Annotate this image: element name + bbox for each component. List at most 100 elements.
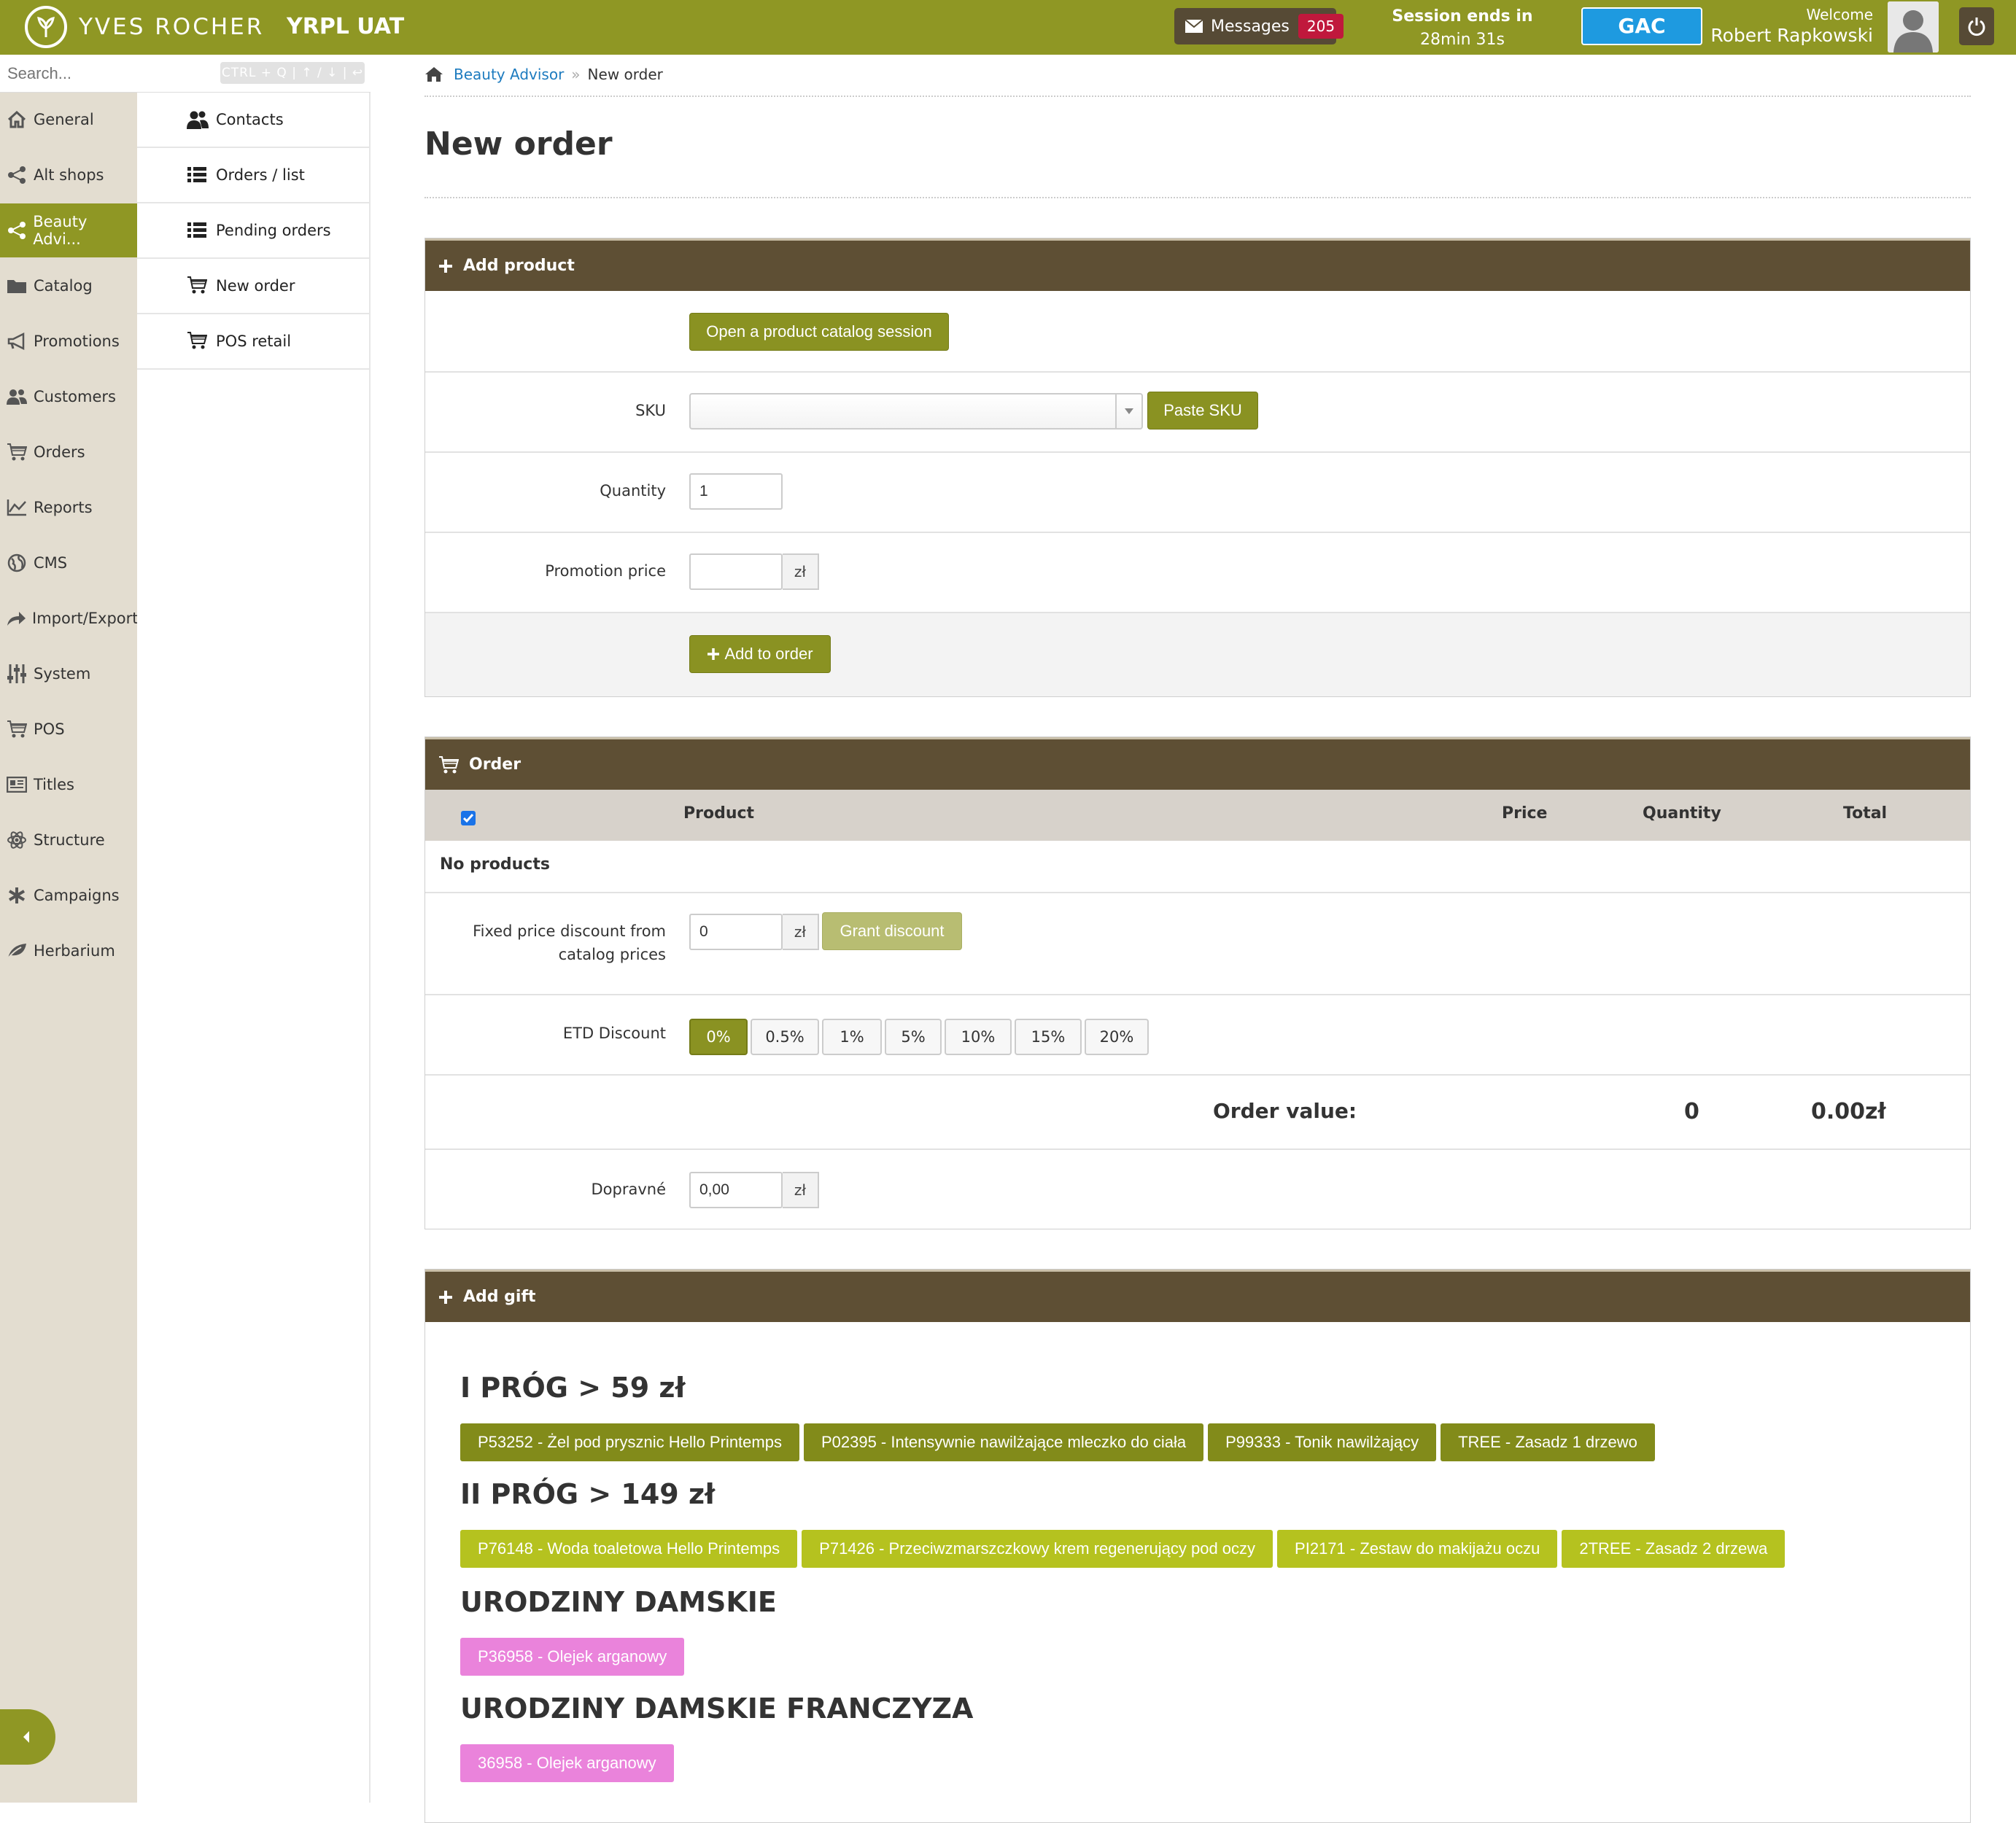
subnav-item-pending-orders[interactable]: Pending orders [137,203,369,259]
gift-item-button[interactable]: P36958 - Olejek arganowy [460,1638,685,1676]
gift-group-heading: URODZINY DAMSKIE FRANCZYZA [460,1692,974,1725]
order-quantity-total: 0 [1684,1099,1699,1124]
sidebar-item-system[interactable]: System [0,647,137,701]
users-icon [6,386,28,408]
etd-option-10[interactable]: 10% [945,1019,1012,1055]
logout-button[interactable] [1959,7,1994,45]
sidebar-item-structure[interactable]: Structure [0,813,137,867]
subnav-item-label: POS retail [216,333,292,350]
column-header-price: Price [1502,804,1548,823]
subnav-item-orders-list[interactable]: Orders / list [137,148,369,203]
subnav-item-label: Pending orders [216,222,331,239]
etd-option-15[interactable]: 15% [1015,1019,1082,1055]
cart-icon [6,441,28,463]
gift-group-items: P36958 - Olejek arganowy [460,1638,685,1676]
chevron-down-icon[interactable] [1115,394,1141,428]
messages-button[interactable]: Messages 205 [1174,8,1344,44]
add-product-panel: Add product Open a product catalog sessi… [424,238,1971,697]
sidebar-item-titles[interactable]: Titles [0,758,137,812]
sidebar-item-pos[interactable]: POS [0,702,137,756]
subnav-item-new-order[interactable]: New order [137,259,369,314]
cart-icon [187,276,209,298]
etd-option-1[interactable]: 1% [822,1019,882,1055]
home-icon[interactable] [424,66,443,82]
select-all-checkbox[interactable] [460,810,476,826]
etd-discount-row: ETD Discount 0% 0.5% 1% 5% 10% 15% 20% [425,994,1970,1074]
page-title: New order [424,125,613,163]
currency-addon: zł [783,914,819,950]
add-to-order-button[interactable]: Add to order [689,635,831,673]
paste-sku-button[interactable]: Paste SKU [1147,392,1258,429]
gift-item-button[interactable]: 2TREE - Zasadz 2 drzewa [1562,1530,1786,1568]
sidebar-item-label: Beauty Advi... [33,213,88,248]
gift-item-button[interactable]: P99333 - Tonik nawilżający [1208,1423,1437,1461]
sidebar-item-orders[interactable]: Orders [0,425,137,479]
gift-group-items: P53252 - Żel pod prysznic Hello Printemp… [460,1423,1655,1461]
sidebar-item-label: CMS [34,554,68,572]
column-header-product: Product [683,804,755,823]
sidebar-item-reports[interactable]: Reports [0,481,137,535]
subnav-item-label: Orders / list [216,166,305,184]
quantity-label: Quantity [600,482,666,500]
sidebar-item-herbarium[interactable]: Herbarium [0,924,137,978]
gift-item-button[interactable]: P02395 - Intensywnie nawilżające mleczko… [803,1423,1204,1461]
grant-discount-button[interactable]: Grant discount [822,912,962,950]
gac-button[interactable]: GAC [1581,7,1702,45]
sidebar-item-promotions[interactable]: Promotions [0,314,137,368]
add-gift-header: Add gift [425,1270,1970,1322]
promotion-price-input[interactable] [689,553,783,590]
search-input[interactable] [7,61,212,87]
add-to-order-label: Add to order [724,645,813,663]
etd-option-0[interactable]: 0% [689,1019,748,1055]
sidebar-item-customers[interactable]: Customers [0,370,137,424]
sidebar-item-label: Titles [34,776,74,793]
folder-icon [6,275,28,297]
sidebar-collapse-button[interactable] [0,1709,55,1765]
order-value-row: Order value: 0 0.00zł [425,1074,1970,1148]
sidebar-item-beauty-advisor[interactable]: Beauty Advi... [0,203,137,257]
user-silhouette-icon [1888,1,1939,53]
welcome-label: Welcome [1806,6,1873,23]
sidebar-item-label: Herbarium [34,942,115,960]
sku-label: SKU [635,402,666,419]
gift-item-button[interactable]: P71426 - Przeciwzmarszczkowy krem regene… [802,1530,1273,1568]
sidebar-item-label: Catalog [34,277,93,295]
gift-item-button[interactable]: TREE - Zasadz 1 drzewo [1441,1423,1655,1461]
order-table-header: Product Price Quantity Total [425,790,1970,841]
quantity-input[interactable]: 1 [689,473,783,510]
user-name[interactable]: Robert Rapkowski [1710,25,1873,46]
sku-select[interactable] [689,393,1143,429]
sidebar-item-label: System [34,665,91,683]
subnav-item-pos-retail[interactable]: POS retail [137,314,369,370]
gift-item-button[interactable]: PI2171 - Zestaw do makijażu oczu [1277,1530,1558,1568]
atom-icon [6,829,28,851]
gift-item-button[interactable]: 36958 - Olejek arganowy [460,1744,674,1782]
etd-option-5[interactable]: 5% [885,1019,942,1055]
gift-group-items: 36958 - Olejek arganowy [460,1744,674,1782]
sidebar-item-label: General [34,111,94,128]
fixed-discount-row: Fixed price discount from catalog prices… [425,892,1970,994]
caret-left-icon [23,1731,29,1743]
avatar[interactable] [1888,1,1939,53]
sidebar-item-cms[interactable]: CMS [0,536,137,590]
fixed-discount-input[interactable]: 0 [689,914,783,950]
sidebar-item-catalog[interactable]: Catalog [0,259,137,313]
open-catalog-session-button[interactable]: Open a product catalog session [689,313,949,351]
sidebar-item-general[interactable]: General [0,93,137,147]
search-shortcut-hint: CTRL + Q | ↑ / ↓ | ↩ [220,62,365,84]
sidebar-item-label: Promotions [34,333,120,350]
brand-name: YVES ROCHER [79,14,265,40]
etd-option-20[interactable]: 20% [1085,1019,1149,1055]
sidebar-item-label: Structure [34,831,105,849]
breadcrumb-link-beauty-advisor[interactable]: Beauty Advisor [454,66,564,83]
etd-option-0-5[interactable]: 0.5% [751,1019,819,1055]
brand-logo[interactable]: YVES ROCHER [25,6,264,48]
subnav-item-contacts[interactable]: Contacts [137,93,369,148]
sidebar-item-campaigns[interactable]: Campaigns [0,868,137,922]
sidebar-item-import-export[interactable]: Import/Export [0,591,139,645]
shipping-input[interactable]: 0,00 [689,1172,783,1208]
session-time: 28min 31s [1420,31,1505,49]
sidebar-item-alt-shops[interactable]: Alt shops [0,148,137,202]
gift-item-button[interactable]: P76148 - Woda toaletowa Hello Printemps [460,1530,798,1568]
gift-item-button[interactable]: P53252 - Żel pod prysznic Hello Printemp… [460,1423,799,1461]
